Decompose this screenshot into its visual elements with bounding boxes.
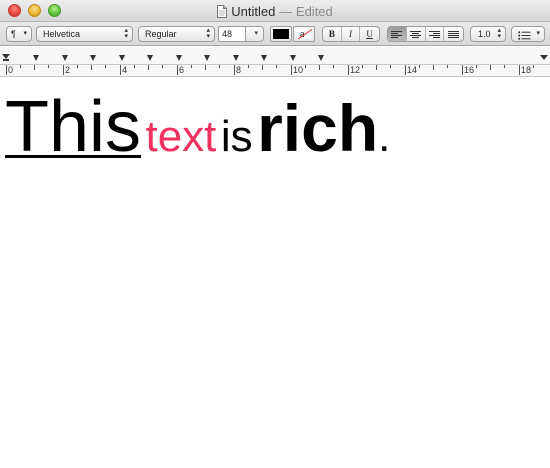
ruler-ticks: [6, 65, 534, 75]
font-family-value: Helvetica: [43, 29, 81, 39]
period[interactable]: .: [378, 112, 390, 161]
word-this-underlined[interactable]: This: [5, 87, 141, 167]
ruler-number: 8: [236, 65, 242, 75]
justify-button[interactable]: [444, 27, 463, 41]
align-left-button[interactable]: [388, 27, 407, 41]
right-indent-marker: [540, 55, 548, 60]
line-spacing-value: 1.0: [478, 29, 491, 39]
ruler-number: 6: [179, 65, 185, 75]
font-size-field[interactable]: 48: [218, 26, 246, 42]
list-bullets-button[interactable]: ▾: [511, 26, 545, 42]
align-left-icon: [391, 30, 403, 38]
justify-icon: [448, 30, 460, 38]
word-rich-bold[interactable]: rich: [257, 91, 378, 165]
background-color-swatch: a: [296, 29, 312, 39]
document-text-area[interactable]: This text is rich.: [0, 78, 550, 468]
font-size-menu-button[interactable]: ▾: [245, 26, 264, 42]
left-indent-marker: [3, 59, 9, 61]
ruler-number: 18: [521, 65, 532, 75]
paragraph-label: ¶: [11, 29, 16, 39]
paragraph-styles-button[interactable]: ¶ ▾: [6, 26, 32, 42]
font-family-popup[interactable]: Helvetica ▴ ▾: [36, 26, 133, 42]
chevron-down-icon: ▾: [254, 30, 258, 37]
up-down-arrows-icon: ▴ ▾: [497, 27, 501, 40]
underline-button[interactable]: U: [360, 27, 379, 41]
line-spacing-popup[interactable]: 1.0 ▴ ▾: [470, 26, 506, 42]
ruler-number: 14: [407, 65, 418, 75]
align-center-icon: [410, 30, 422, 38]
chevron-down-icon: ▾: [536, 30, 540, 37]
font-style-value: Regular: [145, 29, 177, 39]
list-icon: [518, 30, 531, 44]
window-title: Untitled — Edited: [0, 0, 550, 22]
tab-stops[interactable]: [33, 55, 324, 61]
ruler-number: 0: [8, 65, 14, 75]
background-color-well[interactable]: a: [293, 26, 315, 42]
title-text: Untitled: [231, 3, 276, 19]
word-text-colored[interactable]: text: [145, 112, 216, 161]
textedit-window: Untitled — Edited ¶ ▾ Helvetica ▴ ▾ Regul…: [0, 0, 550, 468]
first-line-indent-marker: [2, 54, 10, 59]
ruler-number: 10: [293, 65, 304, 75]
ruler-number: 12: [350, 65, 361, 75]
title-bar[interactable]: Untitled — Edited: [0, 0, 550, 22]
align-right-icon: [428, 30, 440, 38]
ruler-number: 4: [122, 65, 128, 75]
rich-text-line[interactable]: This text is rich.: [5, 86, 390, 168]
up-down-arrows-icon: ▴ ▾: [206, 27, 210, 40]
text-color-swatch: [273, 29, 289, 39]
align-center-button[interactable]: [407, 27, 426, 41]
bold-button[interactable]: B: [323, 27, 342, 41]
text-style-group: B I U: [322, 26, 380, 42]
document-icon[interactable]: [217, 4, 228, 18]
ruler-number: 16: [464, 65, 475, 75]
chevron-down-icon: ▾: [23, 30, 27, 37]
italic-button[interactable]: I: [342, 27, 361, 41]
text-color-well[interactable]: [270, 26, 292, 42]
up-down-arrows-icon: ▴ ▾: [124, 27, 128, 40]
format-bar: ¶ ▾ Helvetica ▴▾ Regular ▴▾ 48 ▾ a B: [0, 22, 550, 46]
font-style-popup[interactable]: Regular ▴ ▾: [138, 26, 215, 42]
font-size-value: 48: [222, 29, 233, 39]
align-right-button[interactable]: [426, 27, 445, 41]
ruler[interactable]: 0 2 4 6 8 10 12 14 16 18: [0, 47, 550, 77]
edited-indicator: — Edited: [279, 3, 333, 19]
alignment-group: [387, 26, 464, 42]
word-is[interactable]: is: [221, 112, 253, 161]
ruler-number: 2: [65, 65, 71, 75]
